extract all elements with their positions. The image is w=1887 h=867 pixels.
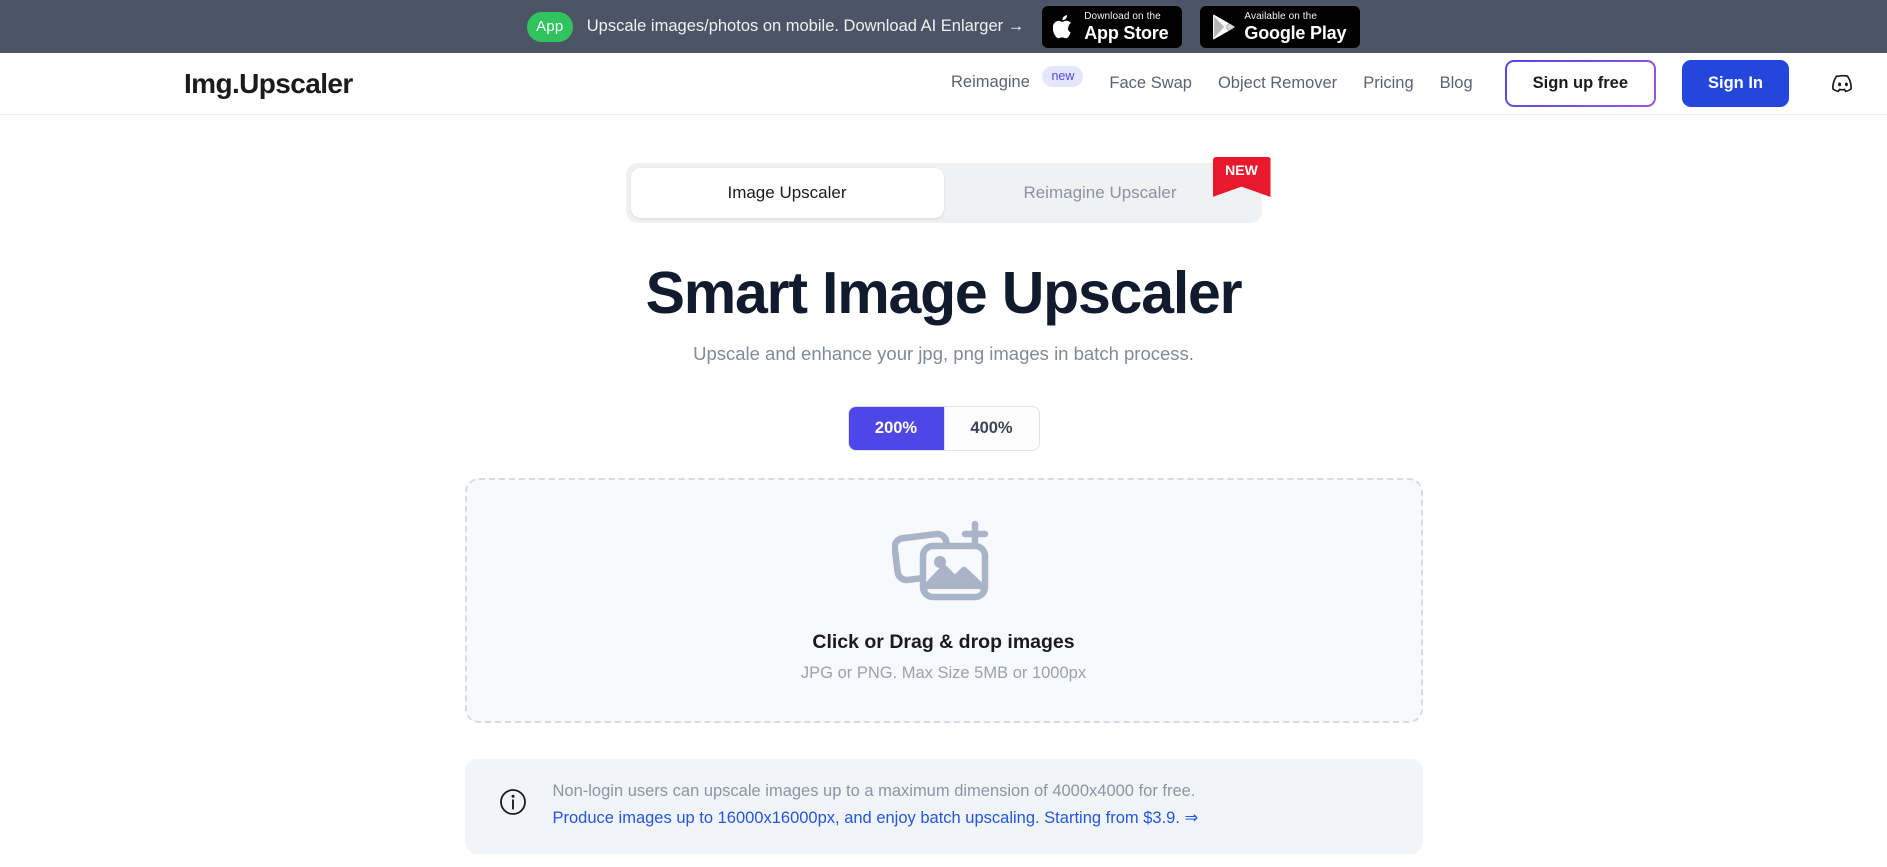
- app-store-label: App Store: [1084, 22, 1169, 43]
- scale-selector: 200% 400%: [847, 405, 1040, 451]
- scale-option-200[interactable]: 200%: [848, 406, 944, 450]
- app-store-small-text: Download on the: [1084, 10, 1161, 22]
- nav-item-reimagine[interactable]: Reimagine new: [951, 66, 1084, 94]
- nav-item-blog[interactable]: Blog: [1440, 74, 1473, 93]
- google-play-badge[interactable]: Available on the Google Play: [1200, 5, 1361, 48]
- sign-up-free-button[interactable]: Sign up free: [1505, 60, 1656, 107]
- nav-item-pricing[interactable]: Pricing: [1363, 74, 1413, 93]
- app-badge: App: [526, 11, 573, 42]
- tab-image-upscaler[interactable]: Image Upscaler: [630, 168, 944, 218]
- page-title: Smart Image Upscaler: [645, 260, 1243, 326]
- google-play-icon: [1211, 14, 1235, 40]
- notice-free-limit-text: Non-login users can upscale images up to…: [552, 781, 1196, 800]
- nav-item-object-remover[interactable]: Object Remover: [1218, 74, 1337, 93]
- discord-icon[interactable]: [1829, 73, 1857, 95]
- nav-item-reimagine-label: Reimagine: [951, 73, 1030, 91]
- google-play-label: Google Play: [1244, 22, 1347, 43]
- notice-box: Non-login users can upscale images up to…: [464, 758, 1423, 854]
- add-images-icon: [890, 518, 996, 609]
- promo-text: Upscale images/photos on mobile. Downloa…: [586, 17, 1025, 35]
- apple-icon: [1053, 14, 1075, 40]
- notice-upgrade-link[interactable]: Produce images up to 16000x16000px, and …: [553, 808, 1199, 828]
- sign-in-button[interactable]: Sign In: [1682, 60, 1789, 107]
- scale-option-400[interactable]: 400%: [943, 406, 1039, 450]
- tab-image-upscaler-label: Image Upscaler: [727, 183, 847, 202]
- tab-reimagine-upscaler-label: Reimagine Upscaler: [1023, 183, 1177, 202]
- image-dropzone[interactable]: Click or Drag & drop images JPG or PNG. …: [464, 477, 1423, 723]
- app-store-badge[interactable]: Download on the App Store: [1042, 5, 1183, 48]
- main-nav: Reimagine new Face Swap Object Remover P…: [951, 60, 1857, 107]
- main-content: Image Upscaler Reimagine Upscaler NEW Sm…: [0, 115, 1887, 854]
- promo-banner[interactable]: App Upscale images/photos on mobile. Dow…: [0, 0, 1887, 53]
- site-header: Img.Upscaler Reimagine new Face Swap Obj…: [0, 53, 1887, 115]
- logo[interactable]: Img.Upscaler: [184, 68, 353, 100]
- nav-item-face-swap[interactable]: Face Swap: [1109, 74, 1192, 93]
- google-play-small-text: Available on the: [1244, 10, 1318, 22]
- dropzone-subtitle: JPG or PNG. Max Size 5MB or 1000px: [800, 663, 1087, 682]
- dropzone-title: Click or Drag & drop images: [812, 630, 1075, 653]
- page-subtitle: Upscale and enhance your jpg, png images…: [693, 342, 1194, 364]
- new-ribbon-badge: NEW: [1212, 157, 1271, 197]
- info-icon: [499, 788, 527, 821]
- nav-new-badge: new: [1042, 66, 1084, 87]
- tab-reimagine-upscaler[interactable]: Reimagine Upscaler NEW: [944, 157, 1271, 218]
- tab-switcher: Image Upscaler Reimagine Upscaler NEW: [625, 157, 1271, 223]
